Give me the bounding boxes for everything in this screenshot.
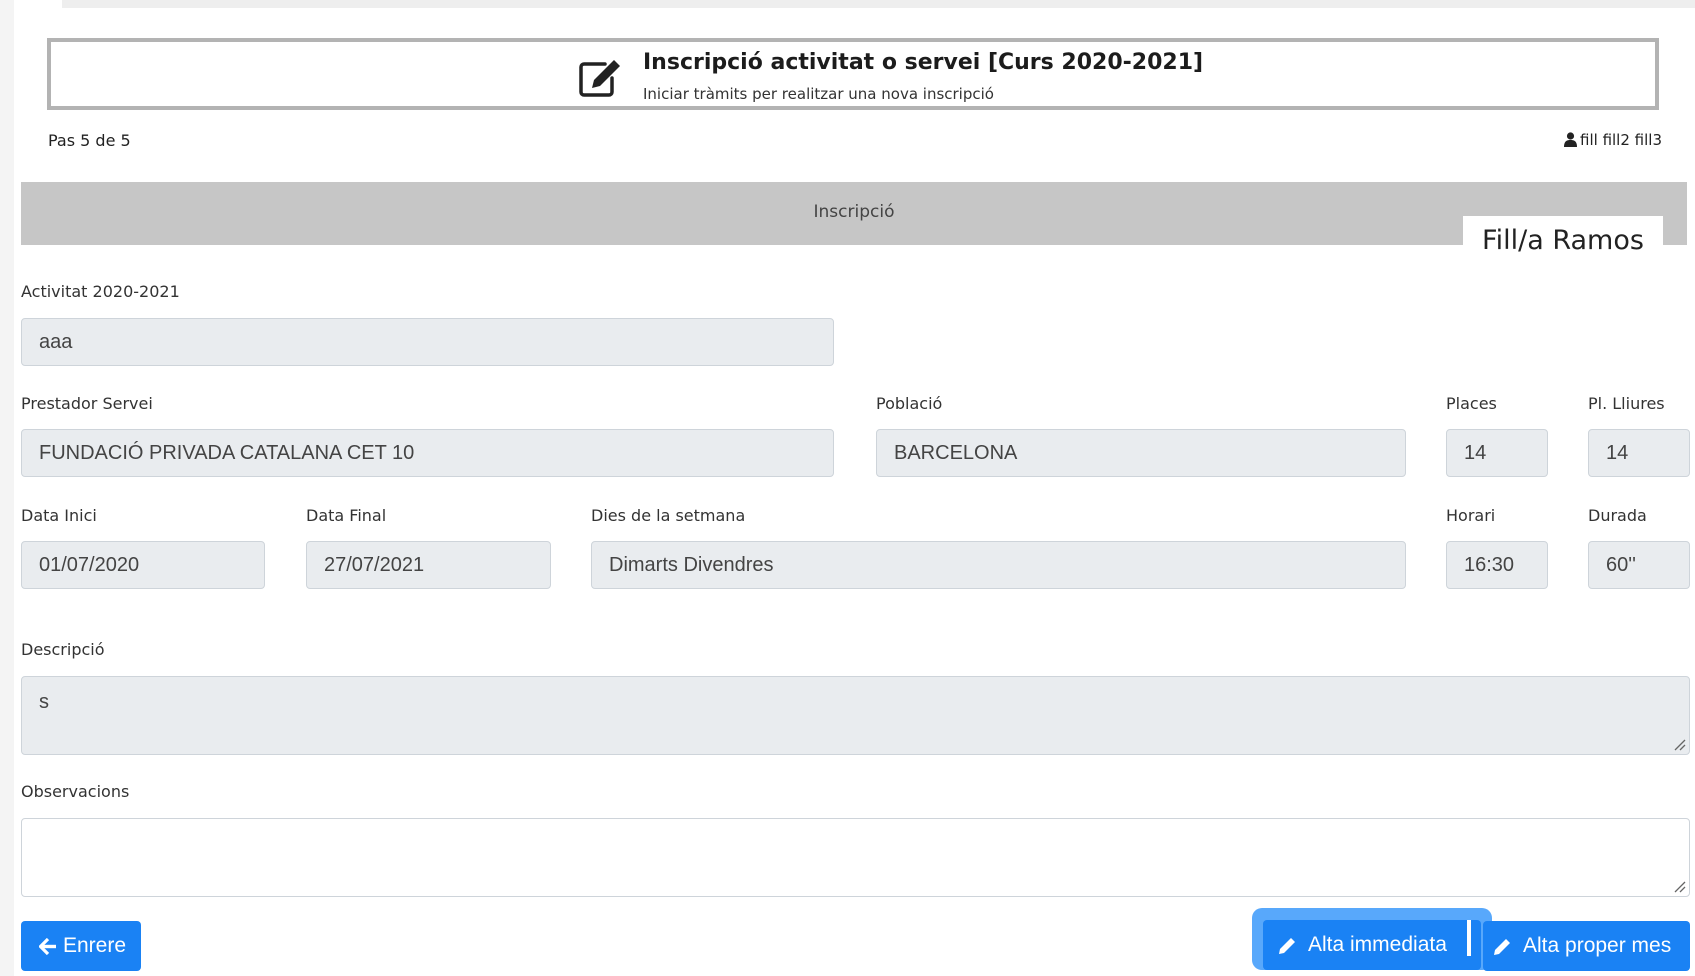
observacions-textarea[interactable] — [21, 818, 1690, 897]
pencil-icon — [1279, 938, 1295, 954]
resize-grip-icon[interactable] — [1672, 737, 1686, 751]
section-header: Inscripció — [21, 182, 1687, 245]
pencil-icon — [1494, 939, 1510, 955]
places-field[interactable]: 14 — [1446, 429, 1548, 477]
user-icon — [1564, 132, 1578, 147]
top-edge — [62, 0, 1695, 8]
data-final-label: Data Final — [306, 506, 387, 525]
text-cursor — [1467, 920, 1471, 956]
durada-label: Durada — [1588, 506, 1647, 525]
left-edge — [0, 0, 14, 976]
alta-immediata-label: Alta immediata — [1308, 933, 1447, 956]
descripcio-value: s — [39, 691, 49, 713]
alta-immediata-button[interactable]: Alta immediata — [1263, 920, 1481, 970]
data-final-field[interactable]: 27/07/2021 — [306, 541, 551, 589]
prestador-label: Prestador Servei — [21, 394, 153, 413]
back-button-label: Enrere — [63, 934, 127, 957]
data-inici-label: Data Inici — [21, 506, 97, 525]
resize-grip-icon[interactable] — [1672, 879, 1686, 893]
durada-field[interactable]: 60'' — [1588, 541, 1690, 589]
alta-proper-mes-button[interactable]: Alta proper mes — [1483, 921, 1690, 971]
page-title: Inscripció activitat o servei [Curs 2020… — [643, 50, 1204, 75]
horari-field[interactable]: 16:30 — [1446, 541, 1548, 589]
activitat-label: Activitat 2020-2021 — [21, 282, 180, 301]
alta-proper-mes-label: Alta proper mes — [1523, 934, 1672, 957]
child-tab[interactable]: Fill/a Ramos — [1463, 216, 1663, 260]
descripcio-textarea[interactable]: s — [21, 676, 1690, 755]
observacions-label: Observacions — [21, 782, 130, 801]
page-header: Inscripció activitat o servei [Curs 2020… — [47, 38, 1659, 110]
prestador-field[interactable]: FUNDACIÓ PRIVADA CATALANA CET 10 — [21, 429, 834, 477]
dies-label: Dies de la setmana — [591, 506, 746, 525]
pl-lliures-label: Pl. Lliures — [1588, 394, 1665, 413]
page-subtitle: Iniciar tràmits per realitzar una nova i… — [643, 85, 994, 103]
arrow-left-icon — [39, 938, 56, 955]
poblacio-label: Població — [876, 394, 943, 413]
step-indicator: Pas 5 de 5 — [48, 131, 131, 150]
back-button[interactable]: Enrere — [21, 921, 141, 971]
poblacio-field[interactable]: BARCELONA — [876, 429, 1406, 477]
dies-field[interactable]: Dimarts Divendres — [591, 541, 1406, 589]
children-names: fill fill2 fill3 — [1580, 131, 1662, 149]
children-list: fill fill2 fill3 — [1564, 131, 1662, 149]
places-label: Places — [1446, 394, 1497, 413]
section-title: Inscripció — [813, 202, 895, 222]
pl-lliures-field[interactable]: 14 — [1588, 429, 1690, 477]
descripcio-label: Descripció — [21, 640, 105, 659]
data-inici-field[interactable]: 01/07/2020 — [21, 541, 265, 589]
edit-icon — [579, 60, 620, 97]
horari-label: Horari — [1446, 506, 1496, 525]
activitat-field[interactable]: aaa — [21, 318, 834, 366]
